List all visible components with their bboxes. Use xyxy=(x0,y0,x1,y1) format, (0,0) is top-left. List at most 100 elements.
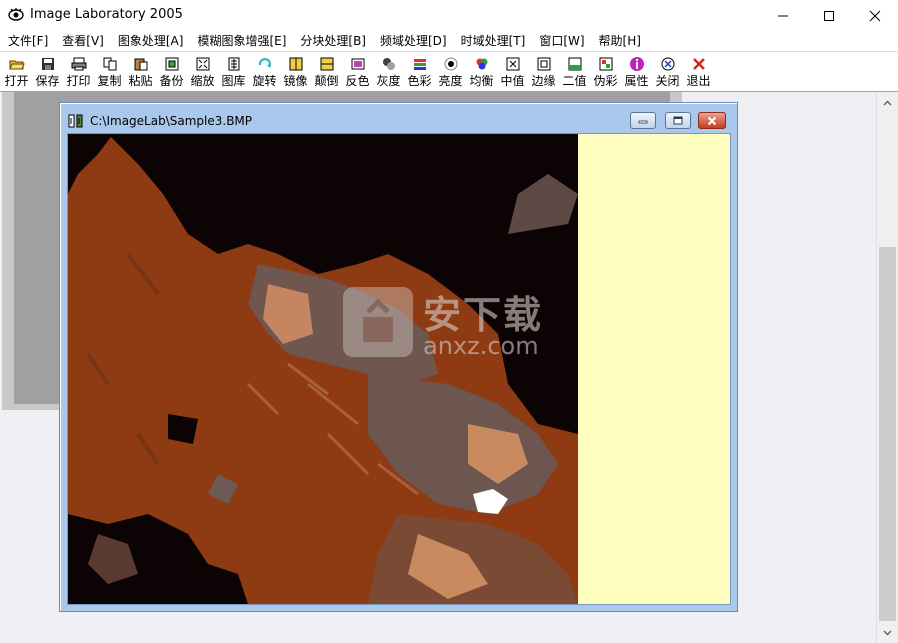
close-icon xyxy=(707,116,717,125)
toolbar-button-label: 伪彩 xyxy=(593,74,618,88)
toolbar-button-label: 保存 xyxy=(35,74,60,88)
toolbar-button-label: 复制 xyxy=(97,74,122,88)
watermark-text-cn: 安下载 xyxy=(423,293,544,337)
gallery-icon xyxy=(228,57,239,71)
toolbar-button-19[interactable]: 伪彩 xyxy=(591,55,620,91)
toolbar-button-label: 色彩 xyxy=(407,74,432,88)
child-window-title: C:\ImageLab\Sample3.BMP xyxy=(90,114,253,128)
toolbar-button-label: 二值 xyxy=(562,74,587,88)
menu-item-3[interactable]: 模糊图象增强[E] xyxy=(190,31,293,51)
window-title: Image Laboratory 2005 xyxy=(30,7,183,22)
invert-icon xyxy=(351,58,364,70)
menu-item-2[interactable]: 图象处理[A] xyxy=(111,31,191,51)
toolbar-button-label: 图库 xyxy=(221,74,246,88)
toolbar-button-6[interactable]: 缩放 xyxy=(188,55,217,91)
toolbar-button-14[interactable]: 亮度 xyxy=(436,55,465,91)
scroll-thumb[interactable] xyxy=(879,247,896,621)
toolbar-button-12[interactable]: 灰度 xyxy=(374,55,403,91)
processed-photo xyxy=(68,134,578,604)
toolbar-button-label: 打开 xyxy=(4,74,29,88)
menu-item-5[interactable]: 频域处理[D] xyxy=(373,31,454,51)
toolbar-button-label: 关闭 xyxy=(655,74,680,88)
toolbar-button-7[interactable]: 图库 xyxy=(219,55,248,91)
close-doc-icon xyxy=(661,57,674,71)
menu-item-8[interactable]: 帮助[H] xyxy=(592,31,648,51)
toolbar-button-16[interactable]: 中值 xyxy=(498,55,527,91)
chevron-down-icon xyxy=(883,630,892,635)
equalize-icon xyxy=(476,58,487,70)
close-button[interactable] xyxy=(852,0,898,31)
menu-item-4[interactable]: 分块处理[B] xyxy=(293,31,373,51)
toolbar-button-20[interactable]: 属性 xyxy=(622,55,651,91)
toolbar-button-label: 边缘 xyxy=(531,74,556,88)
eye-icon xyxy=(8,8,24,21)
minimize-button[interactable] xyxy=(760,0,806,31)
brightness-icon xyxy=(444,57,457,71)
scroll-down-button[interactable] xyxy=(877,624,898,641)
toolbar-button-5[interactable]: 备份 xyxy=(157,55,186,91)
image-child-window[interactable]: C:\ImageLab\Sample3.BMP 安下载 anxz.com xyxy=(59,102,738,612)
exit-icon xyxy=(692,58,705,70)
toolbar-button-label: 属性 xyxy=(624,74,649,88)
image-canvas[interactable]: 安下载 anxz.com xyxy=(67,133,731,605)
vertical-scrollbar[interactable] xyxy=(876,92,898,643)
copy-icon xyxy=(103,57,116,71)
mirror-icon xyxy=(289,57,302,71)
toolbar-button-0[interactable]: 打开 xyxy=(2,55,31,91)
binary-icon xyxy=(568,57,581,71)
close-icon xyxy=(869,10,881,21)
toolbar-button-label: 旋转 xyxy=(252,74,277,88)
child-minimize-button[interactable] xyxy=(630,112,656,129)
toolbar-button-22[interactable]: 退出 xyxy=(684,55,713,91)
toolbar-button-4[interactable]: 粘贴 xyxy=(126,55,155,91)
zoom-icon xyxy=(196,57,209,71)
menu-item-6[interactable]: 时域处理[T] xyxy=(454,31,533,51)
flip-icon xyxy=(320,57,333,71)
toolbar-button-17[interactable]: 边缘 xyxy=(529,55,558,91)
printer-icon xyxy=(71,57,86,71)
toolbar-button-2[interactable]: 打印 xyxy=(64,55,93,91)
toolbar-button-8[interactable]: 旋转 xyxy=(250,55,279,91)
toolbar-button-label: 颠倒 xyxy=(314,74,339,88)
image-doc-icon xyxy=(68,114,83,128)
save-disk-icon xyxy=(41,58,54,70)
toolbar-button-3[interactable]: 复制 xyxy=(95,55,124,91)
toolbar-button-21[interactable]: 关闭 xyxy=(653,55,682,91)
toolbar-button-10[interactable]: 颠倒 xyxy=(312,55,341,91)
minimize-icon xyxy=(638,120,648,123)
toolbar-button-13[interactable]: 色彩 xyxy=(405,55,434,91)
toolbar-button-label: 退出 xyxy=(686,74,711,88)
title-bar: Image Laboratory 2005 xyxy=(0,0,898,31)
rotate-icon xyxy=(258,58,271,68)
pseudocolor-icon xyxy=(599,57,612,71)
toolbar: 打开 保存 打印 复制 粘贴 备份 缩放 图库 旋转 镜像 颠倒 反色 灰度 色彩 亮度 均衡 中值 边缘 二值 伪彩… xyxy=(0,51,898,92)
toolbar-button-label: 粘贴 xyxy=(128,74,153,88)
menu-item-7[interactable]: 窗口[W] xyxy=(532,31,591,51)
toolbar-button-label: 缩放 xyxy=(190,74,215,88)
properties-icon xyxy=(629,57,644,71)
paste-icon xyxy=(134,58,147,71)
toolbar-button-label: 反色 xyxy=(345,74,370,88)
toolbar-button-9[interactable]: 镜像 xyxy=(281,55,310,91)
toolbar-button-11[interactable]: 反色 xyxy=(343,55,372,91)
toolbar-button-label: 备份 xyxy=(159,74,184,88)
backup-icon xyxy=(165,57,178,71)
menu-bar: 文件[F] 查看[V] 图象处理[A] 模糊图象增强[E] 分块处理[B] 频域处理[D]… xyxy=(0,31,898,51)
grayscale-icon xyxy=(382,58,395,70)
toolbar-button-label: 灰度 xyxy=(376,74,401,88)
color-icon xyxy=(413,59,426,70)
restore-icon xyxy=(673,116,683,125)
child-close-button[interactable] xyxy=(698,112,726,129)
toolbar-button-label: 中值 xyxy=(500,74,525,88)
toolbar-button-18[interactable]: 二值 xyxy=(560,55,589,91)
menu-item-0[interactable]: 文件[F] xyxy=(0,31,55,51)
toolbar-button-15[interactable]: 均衡 xyxy=(467,55,496,91)
maximize-button[interactable] xyxy=(806,0,852,31)
chevron-up-icon xyxy=(883,100,892,105)
scroll-up-button[interactable] xyxy=(877,94,898,111)
menu-item-1[interactable]: 查看[V] xyxy=(55,31,111,51)
watermark-text-en: anxz.com xyxy=(423,332,539,360)
toolbar-button-1[interactable]: 保存 xyxy=(33,55,62,91)
toolbar-button-label: 镜像 xyxy=(283,74,308,88)
child-maximize-button[interactable] xyxy=(665,112,691,129)
